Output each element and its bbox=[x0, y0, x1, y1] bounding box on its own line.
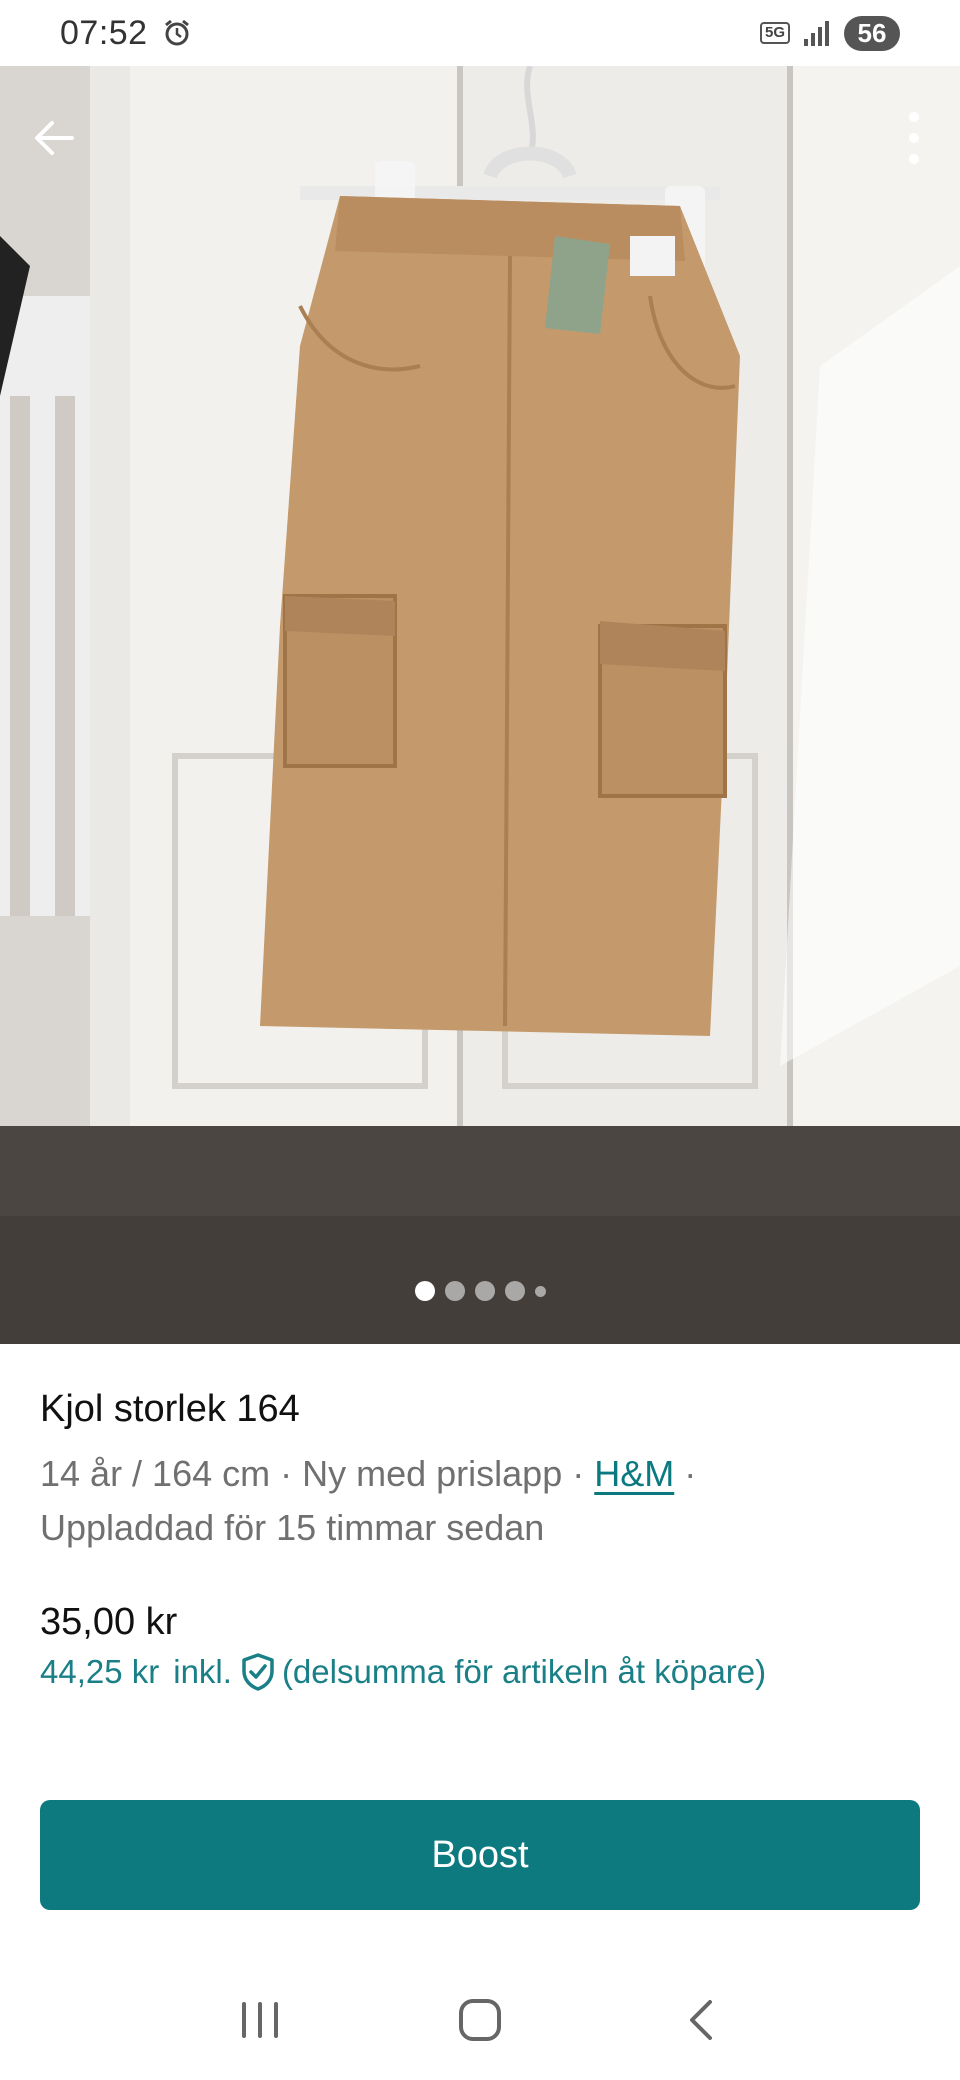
more-vertical-icon bbox=[909, 112, 919, 164]
item-price: 35,00 kr bbox=[40, 1601, 178, 1643]
system-back-button[interactable] bbox=[665, 1985, 735, 2055]
pager-dot[interactable] bbox=[414, 1281, 435, 1301]
back-button[interactable] bbox=[22, 106, 86, 170]
carousel-pager bbox=[0, 1281, 960, 1301]
more-options-button[interactable] bbox=[888, 106, 940, 170]
status-bar: 07:52 5G 56 bbox=[0, 0, 960, 66]
meta-separator: · bbox=[270, 1453, 303, 1494]
home-icon bbox=[459, 1999, 501, 2041]
item-meta: 14 år / 164 cm · Ny med prislapp · H&M ·… bbox=[40, 1447, 920, 1555]
network-badge: 5G bbox=[759, 22, 790, 44]
pager-dot[interactable] bbox=[504, 1281, 525, 1301]
home-button[interactable] bbox=[445, 1985, 515, 2055]
signal-icon bbox=[804, 21, 829, 46]
buyer-price: 44,25 kr bbox=[40, 1653, 160, 1690]
pager-dot[interactable] bbox=[534, 1285, 546, 1297]
meta-separator: · bbox=[674, 1453, 697, 1494]
upload-time: Uppladdad för 15 timmar sedan bbox=[40, 1507, 545, 1548]
recent-apps-icon bbox=[242, 2002, 278, 2038]
boost-button[interactable]: Boost bbox=[40, 1800, 920, 1910]
back-icon bbox=[690, 2000, 712, 2040]
item-details: Kjol storlek 164 14 år / 164 cm · Ny med… bbox=[40, 1344, 920, 1692]
incl-label: inkl. bbox=[173, 1653, 232, 1690]
product-photo-carousel[interactable] bbox=[0, 66, 960, 1344]
meta-separator: · bbox=[562, 1453, 595, 1494]
back-arrow-icon bbox=[35, 121, 74, 155]
system-nav-bar bbox=[0, 1960, 960, 2080]
brand-link[interactable]: H&M bbox=[594, 1453, 674, 1494]
incl-note: (delsumma för artikeln åt köpare) bbox=[281, 1653, 767, 1690]
status-time: 07:52 bbox=[60, 13, 148, 52]
product-photo bbox=[0, 66, 960, 1344]
buyer-price-info[interactable]: 44,25 kr inkl. (delsumma för artikeln åt… bbox=[40, 1652, 920, 1692]
shield-check-icon bbox=[242, 1653, 274, 1691]
pager-dot[interactable] bbox=[444, 1281, 465, 1301]
status-icons: 5G 56 bbox=[759, 15, 900, 51]
battery-indicator: 56 bbox=[844, 15, 900, 51]
item-size: 14 år / 164 cm bbox=[40, 1453, 271, 1494]
item-condition: Ny med prislapp bbox=[302, 1453, 563, 1494]
alarm-icon bbox=[164, 19, 189, 46]
pager-dot[interactable] bbox=[474, 1281, 495, 1301]
recent-apps-button[interactable] bbox=[225, 1985, 295, 2055]
item-title: Kjol storlek 164 bbox=[40, 1388, 300, 1430]
